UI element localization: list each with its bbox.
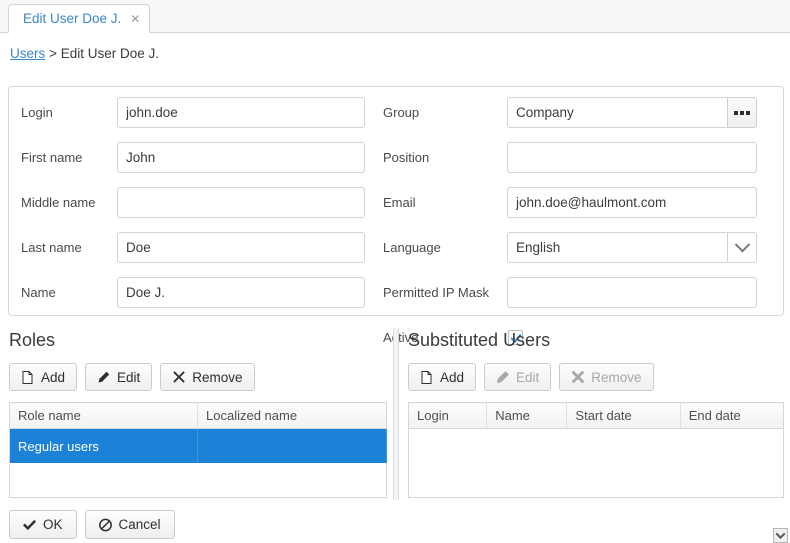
first-name-label: First name [21, 150, 117, 165]
substituted-users-section-title: Substituted Users [408, 330, 550, 351]
language-select[interactable]: English [507, 232, 757, 263]
field-row-name: Name [9, 273, 379, 312]
roles-edit-button[interactable]: Edit [85, 363, 152, 391]
substituted-users-column-header-name[interactable]: Name [487, 403, 567, 429]
roles-cell-localized-name [198, 429, 387, 464]
roles-column-header-localized-name[interactable]: Localized name [198, 403, 387, 429]
document-icon [420, 370, 433, 384]
name-input[interactable] [117, 277, 365, 308]
roles-add-label: Add [41, 370, 65, 385]
ok-button[interactable]: OK [9, 510, 77, 539]
roles-edit-label: Edit [117, 370, 140, 385]
last-name-label: Last name [21, 240, 117, 255]
splitter-handle[interactable] [393, 328, 399, 500]
cancel-button-label: Cancel [119, 517, 161, 532]
group-lookup-button[interactable] [727, 97, 757, 128]
substituted-users-table-empty-area [409, 429, 784, 498]
language-label: Language [383, 240, 507, 255]
roles-cell-role-name: Regular users [10, 429, 198, 464]
field-row-login: Login [9, 93, 379, 132]
name-label: Name [21, 285, 117, 300]
field-row-group: Group [375, 93, 775, 132]
breadcrumb-separator-glyph: > [49, 46, 57, 61]
tabsheet-bar: Edit User Doe J. ✕ [0, 0, 790, 33]
roles-section-title: Roles [9, 330, 55, 351]
scroll-down-icon[interactable] [773, 528, 788, 543]
field-row-last-name: Last name [9, 228, 379, 267]
cross-icon [571, 370, 584, 384]
breadcrumb-link-users[interactable]: Users [10, 46, 45, 61]
cancel-button[interactable]: Cancel [85, 510, 175, 539]
substituted-users-filler-cell-1 [409, 429, 487, 498]
breadcrumb-current: Edit User Doe J. [61, 46, 159, 61]
roles-button-bar: Add Edit Remove [9, 363, 255, 391]
roles-filler-cell-2 [198, 463, 387, 498]
form-column-right: Group Position Email Language English [375, 87, 775, 357]
form-column-left: Login First name Middle name Last name N… [9, 87, 379, 312]
roles-table-empty-area [10, 463, 387, 498]
substituted-users-remove-label: Remove [591, 370, 641, 385]
ban-icon [99, 518, 112, 532]
field-row-first-name: First name [9, 138, 379, 177]
position-input[interactable] [507, 142, 757, 173]
roles-remove-label: Remove [192, 370, 242, 385]
chevron-down-icon[interactable] [727, 232, 757, 263]
tab-label: Edit User Doe J. [23, 11, 121, 26]
substituted-users-column-header-login[interactable]: Login [409, 403, 487, 429]
group-pick-field [507, 97, 757, 128]
permitted-ip-mask-label: Permitted IP Mask [383, 285, 507, 300]
middle-name-label: Middle name [21, 195, 117, 210]
substituted-users-button-bar: Add Edit Remove [408, 363, 654, 391]
substituted-users-filler-cell-3 [567, 429, 680, 498]
roles-column-header-role-name[interactable]: Role name [10, 403, 198, 429]
document-icon [21, 370, 34, 384]
user-attributes-panel: Login First name Middle name Last name N… [8, 86, 784, 316]
permitted-ip-mask-input[interactable] [507, 277, 757, 308]
ellipsis-icon [734, 111, 750, 115]
substituted-users-table-header-row: Login Name Start date End date [409, 403, 784, 429]
substituted-users-column-header-start-date[interactable]: Start date [567, 403, 680, 429]
substituted-users-remove-button: Remove [559, 363, 653, 391]
tab-edit-user[interactable]: Edit User Doe J. ✕ [8, 4, 150, 33]
login-label: Login [21, 105, 117, 120]
substituted-users-add-label: Add [440, 370, 464, 385]
substituted-users-edit-button: Edit [484, 363, 551, 391]
breadcrumb: Users > Edit User Doe J. [10, 46, 159, 61]
ok-button-label: OK [43, 517, 63, 532]
substituted-users-edit-label: Edit [516, 370, 539, 385]
group-label: Group [383, 105, 507, 120]
pencil-icon [97, 370, 110, 384]
roles-filler-cell-1 [10, 463, 198, 498]
roles-add-button[interactable]: Add [9, 363, 77, 391]
last-name-input[interactable] [117, 232, 365, 263]
substituted-users-add-button[interactable]: Add [408, 363, 476, 391]
cross-icon [172, 370, 185, 384]
email-input[interactable] [507, 187, 757, 218]
check-icon [23, 518, 36, 532]
email-label: Email [383, 195, 507, 210]
field-row-middle-name: Middle name [9, 183, 379, 222]
close-icon[interactable]: ✕ [130, 13, 140, 25]
roles-table[interactable]: Role name Localized name Regular users [9, 402, 387, 498]
login-input[interactable] [117, 97, 365, 128]
footer-button-bar: OK Cancel [9, 510, 175, 539]
field-row-permitted-ip-mask: Permitted IP Mask [375, 273, 775, 312]
substituted-users-filler-cell-2 [487, 429, 567, 498]
field-row-email: Email [375, 183, 775, 222]
field-row-position: Position [375, 138, 775, 177]
substituted-users-column-header-end-date[interactable]: End date [680, 403, 783, 429]
first-name-input[interactable] [117, 142, 365, 173]
table-row[interactable]: Regular users [10, 429, 387, 464]
group-input[interactable] [507, 97, 727, 128]
roles-table-header-row: Role name Localized name [10, 403, 387, 429]
language-select-value: English [507, 232, 727, 263]
position-label: Position [383, 150, 507, 165]
middle-name-input[interactable] [117, 187, 365, 218]
substituted-users-filler-cell-4 [680, 429, 783, 498]
field-row-language: Language English [375, 228, 775, 267]
substituted-users-table[interactable]: Login Name Start date End date [408, 402, 784, 498]
pencil-icon [496, 370, 509, 384]
roles-remove-button[interactable]: Remove [160, 363, 254, 391]
